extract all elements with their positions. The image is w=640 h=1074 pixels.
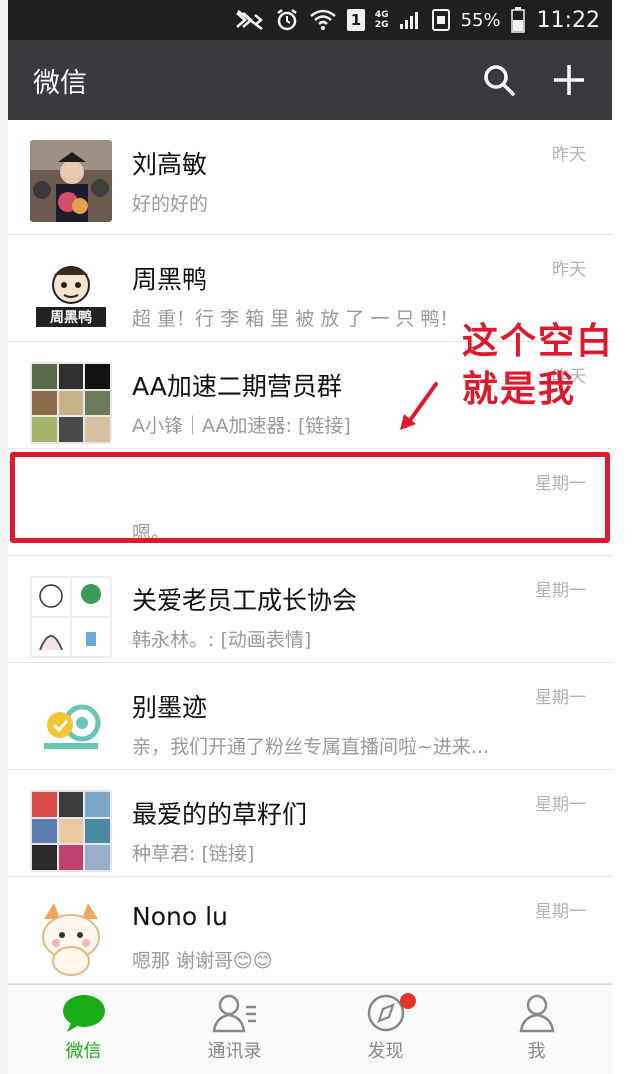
chat-bubble-icon	[62, 995, 105, 1032]
network-top-label: 4G	[374, 10, 389, 20]
svg-text:周黑鸭: 周黑鸭	[50, 309, 92, 326]
chat-item[interactable]: Nono lu 嗯那 谢谢哥😊😊 星期一	[8, 877, 612, 984]
chat-time: 星期一	[535, 688, 586, 708]
chat-time: 星期一	[535, 581, 586, 601]
tab-contacts[interactable]: 通讯录	[159, 985, 310, 1074]
chat-preview: 韩永林。: [动画表情]	[132, 629, 312, 651]
chat-name: 刘高敏	[132, 150, 208, 179]
chat-time: 昨天	[552, 260, 586, 280]
tab-label: 发现	[367, 1041, 404, 1062]
chat-preview: 嗯那 谢谢哥😊😊	[132, 950, 273, 972]
signal-icon	[399, 10, 421, 30]
annotation-line-2: 就是我	[462, 369, 577, 410]
chat-time: 昨天	[552, 145, 586, 165]
tab-chats[interactable]: 微信	[8, 985, 159, 1074]
person-icon	[519, 994, 554, 1033]
avatar	[30, 140, 112, 222]
chat-name: AA加速二期营员群	[132, 372, 342, 401]
mute-icon	[235, 9, 265, 31]
arrow-icon	[400, 382, 438, 430]
chat-time: 星期一	[535, 474, 586, 494]
status-bar: 1 4G 2G 55% 11:22	[8, 0, 612, 40]
chat-name: 关爱老员工成长协会	[132, 586, 358, 615]
sim-slot-indicator: 1	[346, 9, 365, 31]
network-type: 4G 2G	[375, 10, 389, 30]
chat-item[interactable]: 最爱的的草籽们 种草君: [链接] 星期一	[8, 770, 612, 877]
tab-label: 我	[527, 1041, 546, 1062]
wifi-icon	[309, 8, 337, 32]
annotation-line-1: 这个空白	[462, 321, 615, 362]
avatar	[30, 362, 112, 444]
tab-discover[interactable]: 发现	[310, 985, 461, 1074]
search-icon	[484, 65, 515, 96]
tab-label: 通讯录	[207, 1041, 262, 1062]
chat-name: 周黑鸭	[132, 265, 208, 294]
chat-item-blank[interactable]: 嗯。 星期一	[8, 449, 612, 556]
tab-me[interactable]: 我	[461, 985, 612, 1074]
alarm-icon	[275, 8, 299, 32]
avatar: 周黑鸭	[30, 255, 112, 337]
notification-badge	[400, 993, 416, 1009]
network-bottom-label: 2G	[374, 20, 389, 30]
chat-name: 最爱的的草籽们	[132, 800, 308, 829]
page-title: 微信	[33, 67, 87, 99]
battery-icon	[510, 7, 525, 33]
chat-name: 别墨迹	[132, 693, 208, 722]
avatar	[30, 576, 112, 658]
chat-preview: 亲，我们开通了粉丝专属直播间啦~进来...	[132, 736, 490, 758]
annotation-callout: 这个空白 就是我	[462, 318, 622, 414]
chat-name: Nono lu	[132, 902, 228, 931]
chat-item[interactable]: 刘高敏 好的好的 昨天	[8, 120, 612, 235]
avatar	[30, 790, 112, 872]
search-button[interactable]	[464, 40, 534, 120]
chat-time: 星期一	[535, 902, 586, 922]
chat-list: 刘高敏 好的好的 昨天 周黑鸭 周黑鸭 超 重！行 李 箱 里 被 放 了 一 …	[8, 120, 612, 984]
app-header: 微信	[8, 40, 612, 120]
contacts-icon	[212, 994, 256, 1033]
clock: 11:22	[536, 7, 600, 33]
add-button[interactable]	[534, 40, 604, 120]
tab-label: 微信	[65, 1041, 102, 1062]
chat-time: 星期一	[535, 795, 586, 815]
battery-percentage: 55%	[460, 9, 501, 31]
avatar-blank	[30, 469, 112, 551]
avatar	[30, 683, 112, 765]
chat-preview: 嗯。	[132, 522, 171, 544]
chat-preview: 种草君: [链接]	[132, 843, 255, 865]
chat-item[interactable]: 关爱老员工成长协会 韩永林。: [动画表情] 星期一	[8, 556, 612, 663]
sim-card-icon	[431, 8, 451, 32]
chat-item[interactable]: 别墨迹 亲，我们开通了粉丝专属直播间啦~进来... 星期一	[8, 663, 612, 770]
plus-icon	[554, 65, 584, 95]
chat-preview: A小锋｜AA加速器: [链接]	[132, 415, 351, 437]
bottom-nav: 微信 通讯录 发现 我	[8, 984, 612, 1074]
avatar	[30, 897, 112, 979]
chat-preview: 超 重！行 李 箱 里 被 放 了 一 只 鸭！	[132, 308, 459, 330]
screen-edge	[0, 0, 8, 1074]
chat-preview: 好的好的	[132, 193, 209, 215]
